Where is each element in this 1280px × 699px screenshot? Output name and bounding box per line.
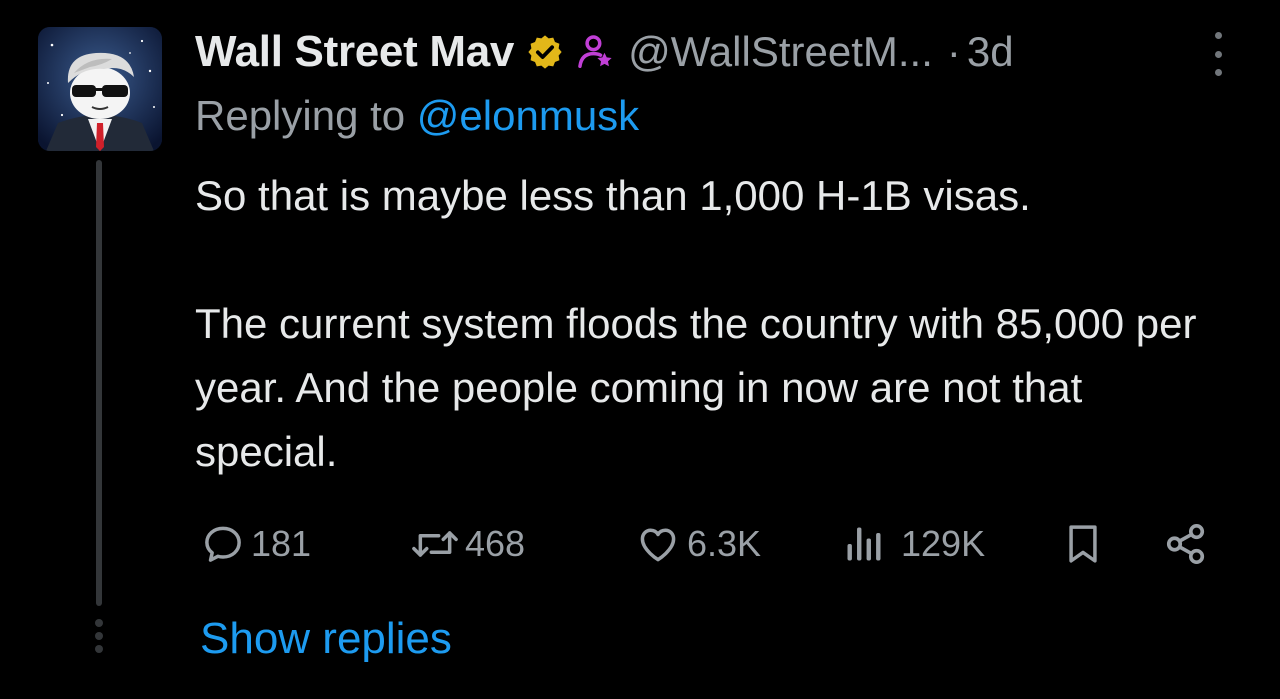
- like-count: 6.3K: [687, 523, 762, 564]
- reply-button[interactable]: 181: [201, 516, 311, 572]
- bookmark-icon: [1061, 521, 1105, 567]
- separator-dot: ·: [946, 28, 961, 75]
- thread-more-dots-icon[interactable]: [93, 619, 105, 653]
- tweet-timestamp[interactable]: 3d: [967, 28, 1014, 76]
- reply-count: 181: [251, 523, 312, 564]
- tweet-text: So that is maybe less than 1,000 H-1B vi…: [195, 172, 1197, 475]
- reply-icon: [201, 522, 245, 566]
- bookmark-button[interactable]: [1061, 516, 1105, 572]
- thread-line: [96, 160, 102, 606]
- tweet[interactable]: Wall Street Mav @WallStreetM... · 3d Rep…: [0, 0, 1280, 699]
- show-replies-link[interactable]: Show replies: [200, 614, 452, 664]
- like-button[interactable]: 6.3K: [635, 516, 761, 572]
- views-chart-icon: [841, 522, 887, 566]
- author-handle[interactable]: @WallStreetM...: [628, 28, 933, 76]
- author-display-name[interactable]: Wall Street Mav: [195, 27, 514, 77]
- views-button[interactable]: 129K: [841, 516, 985, 572]
- affiliate-person-icon[interactable]: [576, 33, 614, 71]
- repost-icon: [411, 522, 459, 566]
- repost-count: 468: [465, 523, 526, 564]
- replying-to-prefix: Replying to: [195, 92, 417, 139]
- avatar-image: [38, 27, 162, 151]
- verified-badge-icon[interactable]: [526, 33, 564, 71]
- heart-icon: [635, 522, 681, 566]
- share-icon: [1163, 521, 1209, 567]
- replying-to-line: Replying to @elonmusk: [195, 92, 639, 140]
- action-bar: 181 468 6.3K 129K: [195, 516, 1225, 572]
- more-options-icon[interactable]: [1205, 32, 1231, 76]
- avatar[interactable]: [38, 27, 162, 151]
- views-count: 129K: [901, 523, 986, 564]
- share-button[interactable]: [1163, 516, 1209, 572]
- tweet-header: Wall Street Mav @WallStreetM... · 3d: [195, 24, 1014, 80]
- repost-button[interactable]: 468: [411, 516, 525, 572]
- replying-to-mention[interactable]: @elonmusk: [417, 92, 639, 139]
